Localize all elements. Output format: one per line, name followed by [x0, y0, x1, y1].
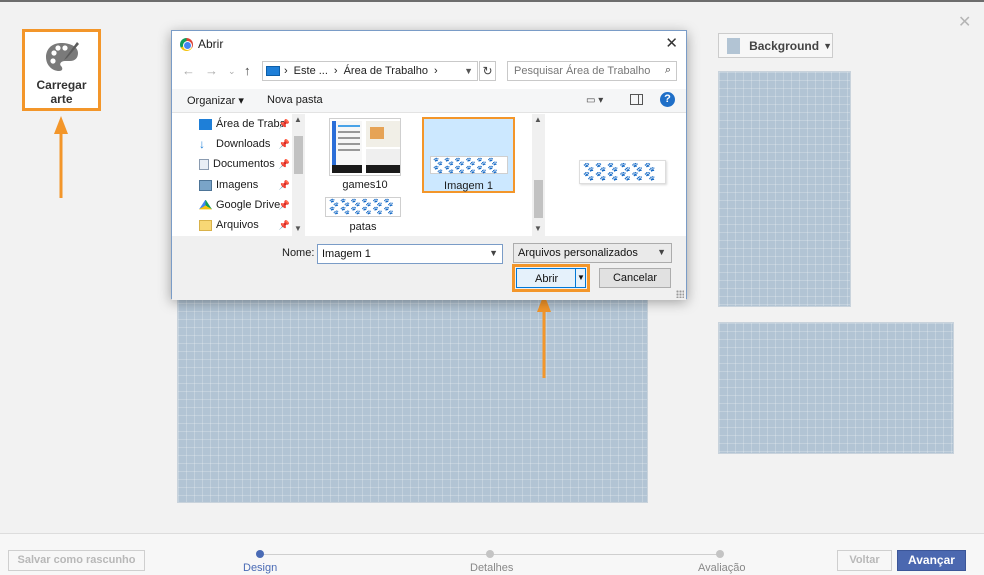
preview-pane-icon[interactable]	[630, 94, 643, 105]
step-review[interactable]: Avaliação	[698, 562, 746, 574]
new-folder-button[interactable]: Nova pasta	[267, 94, 323, 106]
pin-icon: 📌	[278, 219, 290, 230]
design-canvas-main	[177, 294, 648, 503]
next-button[interactable]: Avançar	[897, 550, 966, 571]
file-thumbnail-patas[interactable]: 🐾🐾🐾🐾🐾🐾 🐾🐾🐾🐾🐾🐾	[325, 197, 401, 217]
chevron-down-icon[interactable]: ▼	[657, 247, 666, 257]
help-icon[interactable]: ?	[660, 92, 675, 107]
sidebar-item-downloads[interactable]: ↓ Downloads 📌	[192, 135, 292, 153]
open-button-highlight: Abrir ▼	[512, 264, 590, 292]
address-row: ← → ⌄ ↑ › Este ... › Área de Trabalho › …	[172, 61, 686, 83]
design-canvas-side-bottom	[718, 322, 954, 454]
background-swatch	[727, 37, 741, 54]
files-scrollbar[interactable]: ▲ ▼	[532, 114, 545, 236]
pin-icon: 📌	[278, 138, 290, 149]
arrow-up-icon	[537, 294, 551, 378]
address-bar[interactable]: › Este ... › Área de Trabalho › ▼	[262, 61, 478, 81]
file-thumbnail-games10[interactable]	[329, 118, 401, 176]
pin-icon: 📌	[278, 158, 290, 169]
file-item-selected[interactable]: 🐾🐾🐾🐾🐾🐾 🐾🐾🐾🐾🐾🐾 Imagem 1	[422, 117, 515, 193]
recent-chevron-icon[interactable]: ⌄	[228, 66, 236, 77]
search-icon: ⌕	[664, 64, 671, 76]
back-button[interactable]: Voltar	[837, 550, 892, 571]
desktop-icon	[199, 118, 212, 130]
file-label-games10: games10	[342, 179, 388, 191]
pin-icon: 📌	[278, 179, 290, 190]
sidebar-item-files[interactable]: Arquivos 📌	[192, 216, 292, 234]
download-icon: ↓	[199, 136, 205, 151]
step-dot-design[interactable]	[256, 550, 264, 558]
sidebar-item-google-drive[interactable]: Google Drive 📌	[192, 196, 292, 214]
breadcrumb-this-pc[interactable]: Este ...	[294, 65, 328, 77]
background-label: Background	[749, 38, 820, 53]
image-icon	[199, 179, 212, 191]
step-details[interactable]: Detalhes	[470, 562, 513, 574]
footer-bar: Salvar como rascunho Design Detalhes Ava…	[0, 533, 984, 575]
open-file-dialog: Abrir ✕ ← → ⌄ ↑ › Este ... › Área de Tra…	[171, 30, 687, 300]
preview-pane: 🐾🐾🐾🐾🐾🐾 🐾🐾🐾🐾🐾🐾	[548, 114, 687, 236]
dialog-close-icon[interactable]: ✕	[665, 34, 678, 52]
file-name-input[interactable]: Imagem 1 ▼	[317, 244, 503, 264]
organize-menu[interactable]: Organizar ▾	[187, 94, 244, 107]
scroll-down-icon[interactable]: ▼	[534, 224, 542, 233]
dialog-title: Abrir	[198, 37, 224, 51]
step-design[interactable]: Design	[243, 562, 277, 574]
chevron-down-icon[interactable]: ▼	[489, 248, 498, 258]
navigation-scrollbar[interactable]: ▲ ▼	[292, 114, 305, 236]
dialog-bottom-bar: Nome: Imagem 1 ▼ Arquivos personalizados…	[172, 236, 686, 300]
navigation-pane: Área de Traba 📌 ↓ Downloads 📌 Documentos…	[192, 114, 292, 236]
sidebar-item-images[interactable]: Imagens 📌	[192, 176, 292, 194]
design-canvas-side-top	[718, 71, 851, 307]
upload-art-button[interactable]: Carregar arte	[22, 29, 101, 111]
open-button[interactable]: Abrir ▼	[516, 268, 586, 288]
background-dropdown[interactable]: Background ▼	[718, 33, 833, 58]
dialog-titlebar: Abrir	[172, 31, 686, 57]
cancel-button[interactable]: Cancelar	[599, 268, 671, 288]
refresh-icon[interactable]: ↻	[479, 61, 496, 81]
computer-icon	[266, 66, 280, 76]
file-label-patas: patas	[349, 221, 377, 233]
up-arrow-icon[interactable]: ↑	[244, 63, 251, 78]
arrow-up-icon	[54, 116, 68, 198]
command-bar: Organizar ▾ Nova pasta ▭ ▾ ?	[172, 89, 686, 113]
close-icon[interactable]: ✕	[958, 12, 971, 32]
scroll-down-icon[interactable]: ▼	[294, 224, 302, 233]
save-draft-button[interactable]: Salvar como rascunho	[8, 550, 145, 571]
scroll-up-icon[interactable]: ▲	[534, 115, 542, 124]
search-input[interactable]: Pesquisar Área de Trabalho ⌕	[507, 61, 677, 81]
document-icon	[199, 158, 209, 170]
sidebar-item-desktop[interactable]: Área de Traba 📌	[192, 115, 292, 133]
chevron-down-icon[interactable]: ▼	[464, 66, 473, 76]
view-options-icon[interactable]: ▭ ▾	[586, 95, 603, 106]
back-arrow-icon[interactable]: ←	[182, 63, 195, 78]
caret-down-icon: ▼	[823, 40, 832, 51]
step-dot-details[interactable]	[486, 550, 494, 558]
search-placeholder: Pesquisar Área de Trabalho	[514, 65, 651, 77]
resize-grip-icon[interactable]	[676, 290, 684, 298]
breadcrumb-desktop[interactable]: Área de Trabalho	[344, 65, 428, 77]
file-thumbnail-imagem-1: 🐾🐾🐾🐾🐾🐾 🐾🐾🐾🐾🐾🐾	[430, 156, 508, 174]
folder-icon	[199, 219, 212, 231]
open-options-chevron-icon[interactable]: ▼	[575, 269, 586, 287]
file-type-select[interactable]: Arquivos personalizados ▼	[513, 243, 672, 263]
pin-icon: 📌	[278, 199, 290, 210]
google-drive-icon	[199, 199, 212, 210]
step-dot-review[interactable]	[716, 550, 724, 558]
palette-icon	[45, 42, 79, 71]
pin-icon: 📌	[278, 118, 290, 129]
forward-arrow-icon[interactable]: →	[205, 63, 218, 78]
upload-art-label: Carregar arte	[36, 78, 87, 106]
preview-image: 🐾🐾🐾🐾🐾🐾 🐾🐾🐾🐾🐾🐾	[579, 160, 666, 184]
sidebar-item-documents[interactable]: Documentos 📌	[192, 155, 292, 173]
scroll-up-icon[interactable]: ▲	[294, 115, 302, 124]
file-name-label: Nome:	[282, 247, 315, 259]
file-label-imagem-1: Imagem 1	[444, 180, 493, 192]
chrome-icon	[180, 37, 193, 51]
